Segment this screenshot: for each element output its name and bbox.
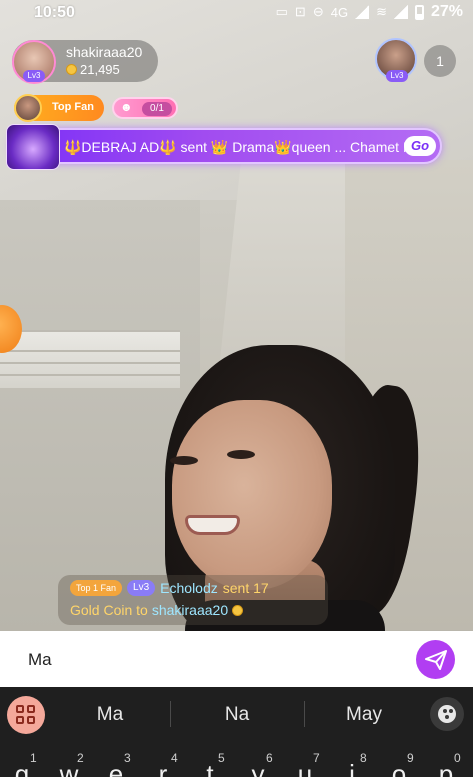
host-name: shakiraaa20: [66, 44, 143, 60]
task-progress-pill[interactable]: ☻ 0/1: [112, 97, 178, 119]
soft-keyboard: Ma Na May 1q 2w 3e 4r 5t 6y 7u 8i 9o 0p: [0, 687, 473, 777]
streamer-face: [170, 400, 332, 590]
banner-go-button[interactable]: Go: [404, 136, 436, 156]
signal-icon: [355, 5, 370, 19]
viewer-level-badge: Lv3: [386, 70, 408, 82]
gift-sender[interactable]: Echolodz: [160, 580, 218, 596]
coin-icon: [66, 64, 77, 75]
gift-coin-label: Gold Coin to: [70, 602, 148, 618]
status-icons: ▭ ⊡ ⊖ 4G ≋ 27%: [276, 3, 463, 21]
gift-verb: sent 17: [222, 580, 269, 596]
top-fan-button[interactable]: Top Fan: [14, 94, 104, 122]
wifi-icon: ≋: [376, 4, 387, 19]
coin-icon: [232, 604, 244, 616]
top-fan-avatar: [14, 94, 42, 122]
key-row-top: 1q 2w 3e 4r 5t 6y 7u 8i 9o 0p: [14, 751, 461, 777]
suggestion-3[interactable]: May: [309, 704, 419, 726]
suggestion-divider: [304, 701, 305, 727]
gift-recipient[interactable]: shakiraaa20: [152, 602, 228, 618]
status-time: 10:50: [34, 4, 75, 21]
air-conditioner: [0, 330, 180, 388]
suggestion-1[interactable]: Ma: [55, 704, 165, 726]
host-coins: 21,495: [66, 62, 120, 77]
chat-input[interactable]: [28, 649, 398, 671]
send-button[interactable]: [416, 640, 455, 679]
gift-broadcast-banner[interactable]: 🔱DEBRAJ AD🔱 sent 👑 Drama👑queen ... Chame…: [6, 124, 442, 170]
signal-2-icon: [393, 5, 408, 19]
host-coin-count: 21,495: [80, 62, 120, 77]
host-level-badge: Lv3: [23, 70, 45, 82]
battery-percent: 27%: [430, 3, 463, 20]
viewer-count[interactable]: 1: [424, 45, 456, 77]
gift-chat-message: Top 1 Fan Lv3 Echolodz sent 17 Gold Coin…: [58, 575, 328, 625]
task-progress: 0/1: [142, 102, 172, 116]
chat-input-bar: [0, 631, 473, 687]
host-info-pill[interactable]: Lv3 shakiraaa20 21,495: [12, 40, 158, 84]
streamer-smile: [185, 515, 240, 535]
smile-gift-icon: ☻: [120, 100, 133, 114]
suggestion-2[interactable]: Na: [182, 704, 292, 726]
suggestion-divider: [170, 701, 171, 727]
hd-call-icon: ▭: [275, 4, 288, 19]
send-icon: [425, 650, 447, 670]
palette-icon[interactable]: [430, 697, 464, 731]
castle-gift-icon: [6, 124, 60, 170]
keyboard-apps-icon[interactable]: [7, 696, 45, 734]
fan-rank-badge: Top 1 Fan: [70, 580, 123, 596]
sender-level-badge: Lv3: [127, 580, 156, 596]
banner-text: 🔱DEBRAJ AD🔱 sent 👑 Drama👑queen ... Chame…: [64, 139, 414, 155]
cast-icon: ⊡: [294, 4, 306, 19]
do-not-disturb-icon: ⊖: [312, 4, 324, 19]
status-bar: 10:50 ▭ ⊡ ⊖ 4G ≋ 27%: [0, 0, 473, 26]
battery-icon: [414, 4, 424, 20]
network-type-label: 4G: [330, 4, 349, 20]
top-fan-label: Top Fan: [52, 101, 94, 113]
